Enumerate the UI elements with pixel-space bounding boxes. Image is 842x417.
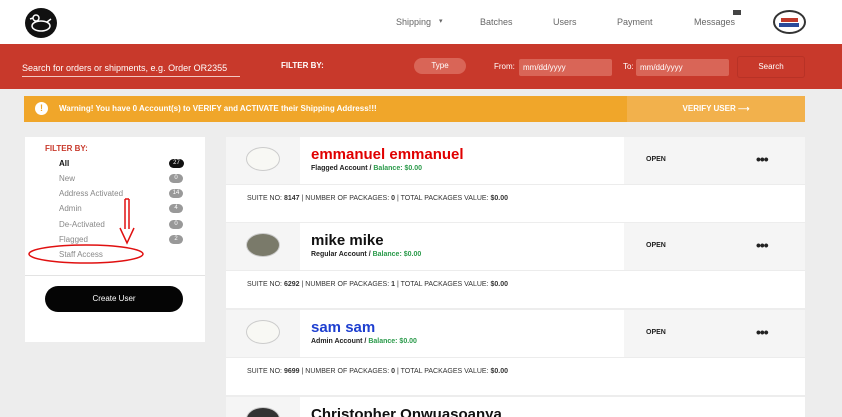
sidebar-item-all[interactable]: All: [59, 159, 69, 168]
status-badge: OPEN: [646, 156, 666, 163]
sidebar-item-flagged[interactable]: Flagged: [59, 235, 88, 244]
count-badge: 2: [169, 235, 183, 244]
avatar[interactable]: [246, 407, 280, 417]
status-badge: OPEN: [646, 242, 666, 249]
user-card[interactable]: emmanuel emmanuel Flagged Account / Bala…: [226, 137, 805, 222]
divider: [226, 357, 805, 358]
more-options-icon[interactable]: •••: [756, 324, 769, 340]
avatar-box: [226, 137, 300, 184]
sidebar-item-de-activated[interactable]: De-Activated: [59, 220, 105, 229]
user-name[interactable]: emmanuel emmanuel: [311, 146, 464, 163]
duck-logo-icon[interactable]: [25, 8, 57, 38]
user-card[interactable]: sam sam Admin Account / Balance: $0.00 O…: [226, 310, 805, 395]
account-info: Regular Account / Balance: $0.00: [311, 251, 422, 258]
search-button[interactable]: Search: [738, 57, 804, 77]
from-date-input[interactable]: mm/dd/yyyy: [519, 59, 612, 76]
envelope-icon[interactable]: [733, 10, 741, 15]
filter-by-label: FILTER BY:: [281, 61, 324, 70]
user-card[interactable]: mike mike Regular Account / Balance: $0.…: [226, 223, 805, 308]
count-badge: 0: [169, 220, 183, 229]
avatar-box: [226, 397, 300, 417]
nav-users[interactable]: Users: [553, 17, 577, 27]
warning-banner: ! Warning! You have 0 Account(s) to VERI…: [24, 96, 805, 122]
user-name[interactable]: Christopher Onwuasoanya: [311, 406, 502, 417]
status-box: OPEN •••: [624, 310, 805, 357]
avatar[interactable]: [246, 320, 280, 344]
nav-shipping[interactable]: Shipping: [396, 17, 431, 27]
search-filter-bar: FILTER BY: Type From: mm/dd/yyyy To: mm/…: [0, 44, 842, 89]
to-label: To:: [623, 62, 634, 71]
divider: [226, 270, 805, 271]
user-name[interactable]: mike mike: [311, 232, 384, 249]
sidebar-item-staff-access[interactable]: Staff Access: [59, 250, 103, 259]
balance: Balance: $0.00: [373, 165, 423, 172]
avatar[interactable]: [246, 233, 280, 257]
avatar-box: [226, 223, 300, 270]
account-info: Admin Account / Balance: $0.00: [311, 338, 417, 345]
from-label: From:: [494, 62, 515, 71]
card-footer: SUITE NO: 8147 | NUMBER OF PACKAGES: 0 |…: [247, 195, 509, 202]
status-box: OPEN •••: [624, 223, 805, 270]
warning-icon: !: [35, 102, 48, 115]
user-name[interactable]: sam sam: [311, 319, 375, 336]
more-options-icon[interactable]: •••: [756, 237, 769, 253]
card-footer: SUITE NO: 6292 | NUMBER OF PACKAGES: 1 |…: [247, 281, 509, 288]
top-navbar: Shipping ▾ Batches Users Payment Message…: [0, 0, 842, 44]
balance: Balance: $0.00: [372, 251, 422, 258]
nav-messages[interactable]: Messages: [694, 17, 735, 27]
count-badge: 14: [169, 189, 183, 198]
type-filter-button[interactable]: Type: [414, 58, 466, 74]
count-badge: 27: [169, 159, 184, 168]
more-options-icon[interactable]: •••: [756, 151, 769, 167]
user-avatar[interactable]: [773, 10, 806, 34]
user-card[interactable]: Christopher Onwuasoanya: [226, 397, 805, 417]
sidebar-title: FILTER BY:: [45, 144, 88, 153]
account-info: Flagged Account / Balance: $0.00: [311, 165, 423, 172]
status-box: OPEN •••: [624, 137, 805, 184]
balance: Balance: $0.00: [368, 338, 417, 345]
to-date-input[interactable]: mm/dd/yyyy: [636, 59, 729, 76]
avatar-box: [226, 310, 300, 357]
sidebar-divider: [25, 275, 205, 276]
sidebar-item-admin[interactable]: Admin: [59, 204, 82, 213]
status-badge: OPEN: [646, 329, 666, 336]
chevron-down-icon[interactable]: ▾: [439, 17, 443, 25]
sidebar-item-address-activated[interactable]: Address Activated: [59, 189, 123, 198]
verify-user-button[interactable]: VERIFY USER ⟶: [627, 96, 805, 122]
nav-batches[interactable]: Batches: [480, 17, 513, 27]
warning-text: Warning! You have 0 Account(s) to VERIFY…: [59, 104, 377, 113]
divider: [226, 184, 805, 185]
count-badge: 4: [169, 204, 183, 213]
avatar[interactable]: [246, 147, 280, 171]
filter-sidebar: FILTER BY: All 27 New 0 Address Activate…: [25, 137, 205, 342]
sidebar-item-new[interactable]: New: [59, 174, 75, 183]
create-user-button[interactable]: Create User: [45, 286, 183, 312]
search-input[interactable]: [22, 59, 240, 77]
count-badge: 0: [169, 174, 183, 183]
nav-payment[interactable]: Payment: [617, 17, 653, 27]
card-footer: SUITE NO: 9699 | NUMBER OF PACKAGES: 0 |…: [247, 368, 509, 375]
